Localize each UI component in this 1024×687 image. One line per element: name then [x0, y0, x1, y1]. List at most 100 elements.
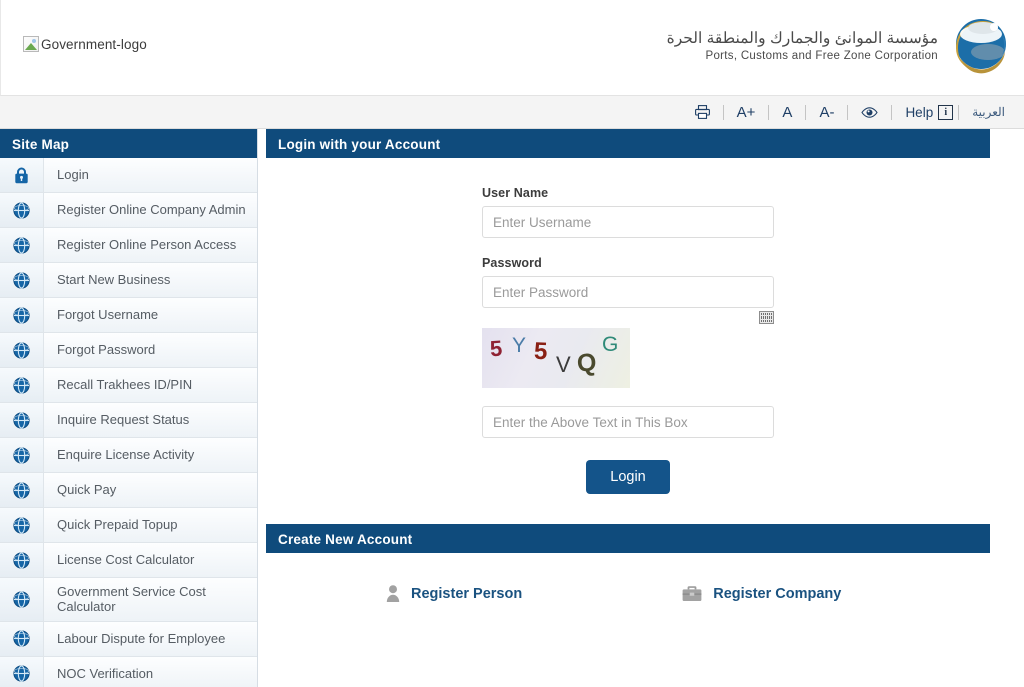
captcha-char: Q — [576, 348, 598, 378]
captcha-field-group — [482, 406, 774, 438]
login-button[interactable]: Login — [586, 460, 670, 494]
register-person-link[interactable]: Register Person — [386, 585, 522, 602]
sidebar-item-label: NOC Verification — [57, 665, 154, 681]
globe-icon — [0, 578, 44, 621]
sidebar-item-label: License Cost Calculator — [57, 552, 195, 568]
font-normal-button[interactable]: A — [769, 102, 805, 123]
register-company-link[interactable]: Register Company — [682, 585, 841, 602]
sidebar-item-label: Register Online Company Admin — [57, 202, 246, 218]
accessibility-contrast-button[interactable] — [848, 102, 891, 123]
username-field-group: User Name — [482, 186, 774, 238]
globe-icon — [0, 193, 44, 227]
briefcase-icon — [682, 585, 702, 602]
sidebar-item-label: Start New Business — [57, 272, 171, 288]
site-header: Government-logo مؤسسة الموانئ والجمارك و… — [0, 0, 1024, 96]
captcha-image: 5Y5VQG — [482, 328, 630, 388]
font-increase-button[interactable]: A+ — [724, 102, 769, 123]
globe-icon — [0, 473, 44, 507]
sidebar-item-label: Register Online Person Access — [57, 237, 237, 253]
globe-icon — [0, 438, 44, 472]
sidebar-item-list: Login Register Online Company Admin Regist… — [0, 158, 257, 687]
captcha-input[interactable] — [482, 406, 774, 438]
print-button[interactable] — [682, 102, 723, 123]
login-panel-title: Login with your Account — [266, 129, 990, 158]
help-label: Help — [905, 104, 934, 120]
captcha-char: 5 — [533, 337, 548, 366]
eye-icon — [861, 106, 879, 118]
password-field-group: Password — [482, 256, 774, 308]
sidebar-item-label: Government Service Cost Calculator — [57, 584, 206, 615]
font-decrease-button[interactable]: A- — [806, 102, 847, 123]
corporation-name-english: Ports, Customs and Free Zone Corporation — [705, 50, 938, 63]
sitemap-sidebar: Site Map Login Register Online Company Ad… — [0, 129, 258, 687]
captcha-char: 5 — [489, 335, 504, 362]
globe-icon — [0, 403, 44, 437]
government-logo-alt-text: Government-logo — [41, 36, 147, 52]
username-label: User Name — [482, 186, 549, 200]
keyboard-icon[interactable] — [759, 311, 774, 324]
sidebar-item-noc-verification[interactable]: NOC Verification — [0, 656, 257, 687]
globe-icon — [0, 298, 44, 332]
corporation-branding: مؤسسة الموانئ والجمارك والمنطقة الحرة Po… — [667, 14, 1008, 76]
sidebar-item-label: Labour Dispute for Employee — [57, 630, 226, 646]
create-account-panel-title: Create New Account — [266, 524, 990, 553]
sidebar-item-register-online-company-admin[interactable]: Register Online Company Admin — [0, 193, 257, 228]
printer-icon — [694, 105, 710, 119]
sidebar-item-login[interactable]: Login — [0, 158, 257, 193]
globe-swoosh-logo-icon — [956, 19, 1006, 74]
sidebar-item-label: Enquire License Activity — [57, 447, 195, 463]
username-input[interactable] — [482, 206, 774, 238]
globe-icon — [0, 368, 44, 402]
corporation-name-arabic: مؤسسة الموانئ والجمارك والمنطقة الحرة — [666, 29, 938, 47]
login-panel: Login with your Account User Name Passwo… — [266, 129, 990, 524]
globe-icon — [0, 333, 44, 367]
globe-icon — [0, 621, 44, 656]
sidebar-item-register-online-person-access[interactable]: Register Online Person Access — [0, 228, 257, 263]
sidebar-item-label: Recall Trakhees ID/PIN — [57, 377, 193, 393]
sidebar-item-enquire-license-activity[interactable]: Enquire License Activity — [0, 438, 257, 473]
sidebar-item-labour-dispute-for-employee[interactable]: Labour Dispute for Employee — [0, 621, 257, 657]
lock-icon — [0, 158, 44, 192]
captcha-char: V — [556, 352, 571, 377]
captcha-char: G — [602, 333, 619, 356]
sidebar-item-label: Quick Prepaid Topup — [57, 517, 178, 533]
globe-icon — [0, 263, 44, 297]
globe-icon — [0, 656, 44, 687]
info-icon: i — [938, 104, 954, 120]
virtual-keyboard-row — [482, 311, 774, 324]
password-label: Password — [482, 256, 542, 270]
page-body: Site Map Login Register Online Company Ad… — [0, 129, 1024, 687]
sidebar-item-license-cost-calculator[interactable]: License Cost Calculator — [0, 543, 257, 578]
main-content: Login with your Account User Name Passwo… — [258, 129, 1024, 622]
sidebar-item-forgot-username[interactable]: Forgot Username — [0, 298, 257, 333]
sidebar-item-label: Login — [57, 167, 89, 183]
globe-icon — [0, 228, 44, 262]
help-button[interactable]: Help i — [892, 102, 958, 123]
sidebar-item-label: Forgot Username — [57, 307, 159, 323]
broken-image-icon — [23, 36, 39, 52]
globe-icon — [0, 543, 44, 577]
register-company-label: Register Company — [713, 585, 842, 602]
sidebar-item-quick-pay[interactable]: Quick Pay — [0, 473, 257, 508]
sidebar-item-government-service-cost-calculator[interactable]: Government Service Cost Calculator — [0, 578, 257, 622]
create-account-panel: Create New Account Register Person Regis… — [266, 524, 990, 622]
accessibility-toolbar: A+ A A- Help i العربية — [0, 96, 1024, 129]
sidebar-item-label: Quick Pay — [57, 482, 117, 498]
captcha-char: Y — [512, 334, 527, 357]
language-arabic-button[interactable]: العربية — [959, 102, 1018, 123]
sidebar-item-inquire-request-status[interactable]: Inquire Request Status — [0, 403, 257, 438]
sidebar-item-forgot-password[interactable]: Forgot Password — [0, 333, 257, 368]
sidebar-item-start-new-business[interactable]: Start New Business — [0, 263, 257, 298]
globe-icon — [0, 508, 44, 542]
login-form: User Name Password — [266, 158, 990, 524]
sidebar-item-quick-prepaid-topup[interactable]: Quick Prepaid Topup — [0, 508, 257, 543]
sidebar-title: Site Map — [0, 129, 257, 158]
sidebar-item-label: Inquire Request Status — [57, 412, 190, 428]
person-icon — [386, 585, 400, 602]
sidebar-item-label: Forgot Password — [57, 342, 156, 358]
password-input[interactable] — [482, 276, 774, 308]
create-account-links: Register Person Register Company — [266, 553, 990, 622]
register-person-label: Register Person — [411, 585, 523, 602]
sidebar-item-recall-trakhees-id-pin[interactable]: Recall Trakhees ID/PIN — [0, 368, 257, 403]
government-logo[interactable]: Government-logo — [23, 36, 147, 52]
